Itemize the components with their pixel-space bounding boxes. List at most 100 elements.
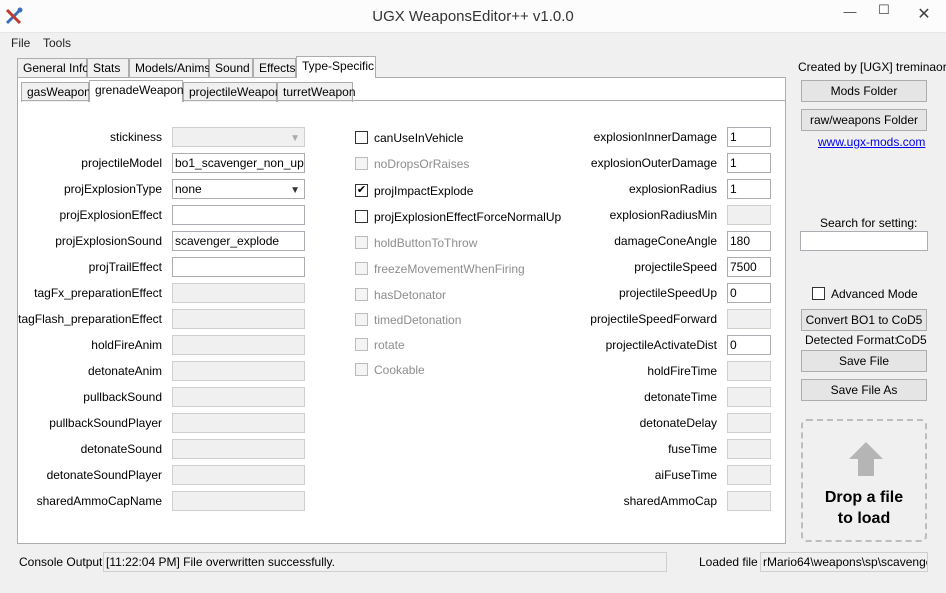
field-label-proj-explosion-sound: projExplosionSound [55,234,162,248]
field-stickiness: ▼ [172,127,305,147]
field-detonate-delay [727,413,771,433]
subtab-turret-weapon[interactable]: turretWeapon [277,82,356,102]
title-bar: UGX WeaponsEditor++ v1.0.0 — ☐ ✕ [0,0,946,33]
mods-folder-button[interactable]: Mods Folder [801,80,927,102]
field-label-projectile-speed-up: projectileSpeedUp [618,286,717,300]
field-label-shared-ammo-cap: sharedAmmoCap [623,494,717,508]
checkbox-label-cookable: Cookable [374,363,425,377]
chevron-down-icon: ▼ [290,185,300,196]
save-file-button[interactable]: Save File [801,350,927,372]
field-fuse-time [727,439,771,459]
loaded-file-path: rMario64\weapons\sp\scavenger [760,552,928,572]
field-label-hold-fire-time: holdFireTime [647,364,717,378]
chevron-down-icon: ▼ [290,133,300,144]
field-proj-explosion-sound[interactable]: scavenger_explode [172,231,305,251]
maximize-button[interactable]: ☐ [867,2,901,24]
field-explosion-radius-min [727,205,771,225]
checkbox-label-proj-explosion-effect-force-normal-up: projExplosionEffectForceNormalUp [374,210,562,224]
checkbox-label-timed-detonation: timedDetonation [374,313,462,327]
checkbox-proj-impact-explode[interactable]: ✔ [355,184,368,197]
field-projectile-activate-dist[interactable]: 0 [727,335,771,355]
tab-models-anims[interactable]: Models/Anims [129,58,210,78]
field-label-damage-cone-angle: damageConeAngle [614,234,717,248]
field-value: none [175,182,202,196]
field-tag-fx-preparation-effect [172,283,305,303]
checkbox-label-no-drops-or-raises: noDropsOrRaises [374,157,470,171]
checkbox-proj-explosion-effect-force-normal-up[interactable] [355,210,368,223]
advanced-mode-label: Advanced Mode [831,287,918,301]
field-projectile-speed-up[interactable]: 0 [727,283,771,303]
field-label-tag-fx-preparation-effect: tagFx_preparationEffect [34,286,162,300]
field-label-proj-explosion-effect: projExplosionEffect [59,208,162,222]
field-proj-trail-effect[interactable] [172,257,305,277]
drop-zone-text: Drop a file to load [803,487,925,529]
detected-format-label: Detected Format: [805,333,898,347]
tab-stats[interactable]: Stats [87,58,129,78]
menu-file[interactable]: File [11,36,30,50]
field-label-tag-flash-preparation-effect: tagFlash_preparationEffect [18,312,162,326]
search-label: Search for setting: [820,216,918,230]
drop-zone-line-1: Drop a file [824,489,904,506]
convert-button[interactable]: Convert BO1 to CoD5 [801,309,927,331]
console-output-label: Console Output [19,555,103,569]
field-proj-explosion-effect[interactable] [172,205,305,225]
field-hold-fire-anim [172,335,305,355]
subtab-projectile-weapon[interactable]: projectileWeapon [183,82,282,102]
field-detonate-sound [172,439,305,459]
checkbox-can-use-in-vehicle[interactable] [355,131,368,144]
field-label-detonate-sound-player: detonateSoundPlayer [46,468,162,482]
loaded-file-label: Loaded file [699,555,758,569]
checkbox-label-rotate: rotate [374,338,405,352]
field-explosion-inner-damage[interactable]: 1 [727,127,771,147]
menu-tools[interactable]: Tools [43,36,71,50]
field-label-explosion-outer-damage: explosionOuterDamage [590,156,717,170]
advanced-mode-checkbox[interactable] [812,287,825,300]
checkbox-label-freeze-movement-when-firing: freezeMovementWhenFiring [374,262,525,276]
field-label-explosion-inner-damage: explosionInnerDamage [593,130,717,144]
field-hold-fire-time [727,361,771,381]
subtab-gas-weapon[interactable]: gasWeapon [21,82,91,102]
field-projectile-model[interactable]: bo1_scavenger_non_upgraded [172,153,305,173]
file-drop-zone[interactable]: Drop a file to load [801,419,927,542]
field-label-explosion-radius: explosionRadius [628,182,717,196]
checkbox-cookable [355,363,368,376]
checkbox-has-detonator [355,288,368,301]
minimize-button[interactable]: — [833,4,867,26]
checkbox-hold-button-to-throw [355,236,368,249]
field-explosion-radius[interactable]: 1 [727,179,771,199]
tab-sound[interactable]: Sound [209,58,253,78]
subtab-grenade-weapon[interactable]: grenadeWeapon [89,80,184,102]
field-label-proj-explosion-type: projExplosionType [63,182,162,196]
tab-effects[interactable]: Effects [253,58,296,78]
ugx-mods-link[interactable]: www.ugx-mods.com [818,135,925,149]
field-pullback-sound-player [172,413,305,433]
field-label-detonate-time: detonateTime [644,390,717,404]
checkbox-label-hold-button-to-throw: holdButtonToThrow [374,236,478,250]
checkbox-label-has-detonator: hasDetonator [374,288,447,302]
raw-weapons-folder-button[interactable]: raw/weapons Folder [801,109,927,131]
field-label-shared-ammo-cap-name: sharedAmmoCapName [36,494,162,508]
field-label-projectile-speed: projectileSpeed [634,260,717,274]
field-label-ai-fuse-time: aiFuseTime [654,468,717,482]
tab-type-specific[interactable]: Type-Specific [296,56,376,78]
field-projectile-speed[interactable]: 7500 [727,257,771,277]
field-label-stickiness: stickiness [109,130,162,144]
field-detonate-time [727,387,771,407]
field-ai-fuse-time [727,465,771,485]
detected-format-value: CoD5 [896,333,927,347]
close-button[interactable]: ✕ [905,4,943,26]
field-proj-explosion-type[interactable]: none ▼ [172,179,305,199]
field-label-detonate-anim: detonateAnim [87,364,162,378]
field-label-proj-trail-effect: projTrailEffect [88,260,162,274]
field-explosion-outer-damage[interactable]: 1 [727,153,771,173]
field-label-fuse-time: fuseTime [668,442,717,456]
checkbox-timed-detonation [355,313,368,326]
checkbox-freeze-movement-when-firing [355,262,368,275]
tab-general-info[interactable]: General Info [17,58,89,78]
save-file-as-button[interactable]: Save File As [801,379,927,401]
checkbox-label-proj-impact-explode: projImpactExplode [374,184,474,198]
field-pullback-sound [172,387,305,407]
field-label-pullback-sound-player: pullbackSoundPlayer [49,416,162,430]
search-input[interactable] [800,231,928,251]
field-damage-cone-angle[interactable]: 180 [727,231,771,251]
